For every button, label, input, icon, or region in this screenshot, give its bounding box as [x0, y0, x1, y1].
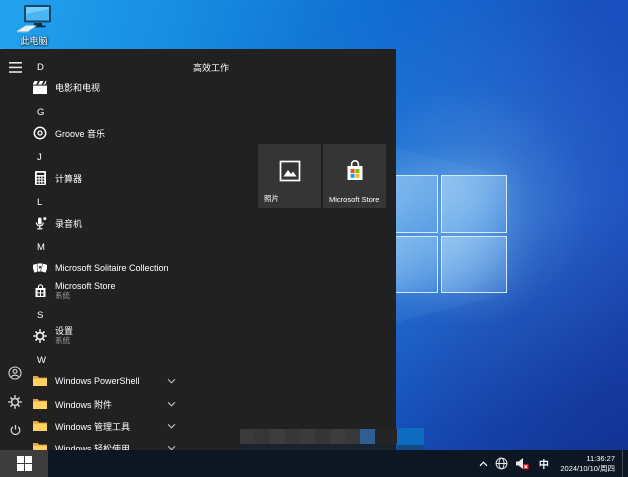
- user-icon: [8, 366, 22, 380]
- section-header-g[interactable]: G: [37, 104, 157, 120]
- start-button[interactable]: [0, 450, 48, 477]
- pixel-blocks: [240, 429, 397, 444]
- section-header-s[interactable]: S: [37, 307, 157, 323]
- app-folder-windows-accessories[interactable]: Windows 附件: [30, 393, 200, 415]
- start-menu-rail: [0, 49, 30, 450]
- tray-overflow-button[interactable]: [477, 452, 490, 475]
- desktop-icon-label: 此电脑: [20, 36, 48, 46]
- tile-photos[interactable]: 照片: [258, 144, 321, 208]
- show-desktop-button[interactable]: [622, 450, 627, 477]
- app-folder-windows-admin-tools[interactable]: Windows 管理工具: [30, 415, 200, 437]
- pixelated-region: [238, 427, 426, 450]
- ime-indicator[interactable]: 中: [534, 452, 553, 475]
- desktop-icon-this-pc[interactable]: 此电脑: [6, 4, 62, 47]
- clock-date: 2024/10/10/周四: [560, 463, 615, 473]
- folder-icon: [33, 397, 47, 411]
- start-menu: D 电影和电视 G Groove 音乐 J 计算器 L 录音机 M Micros…: [0, 49, 396, 450]
- network-icon: [495, 457, 508, 470]
- app-item-calculator[interactable]: 计算器: [30, 167, 200, 189]
- windows-flag-icon: [16, 456, 32, 471]
- movies-tv-icon: [33, 80, 47, 94]
- chevron-down-icon[interactable]: [167, 423, 176, 429]
- voice-recorder-icon: [33, 216, 47, 230]
- app-item-movies-tv[interactable]: 电影和电视: [30, 76, 200, 98]
- system-tray: 中 11:36:27 2024/10/10/周四: [477, 450, 628, 477]
- solitaire-icon: [33, 261, 47, 275]
- chevron-down-icon[interactable]: [167, 401, 176, 407]
- user-button[interactable]: [0, 359, 30, 387]
- store-icon: [33, 284, 47, 298]
- pixel-block-blue-dark: [397, 445, 424, 450]
- power-icon: [9, 424, 22, 437]
- logo-pane: [440, 175, 507, 233]
- tile-microsoft-store[interactable]: Microsoft Store: [323, 144, 386, 208]
- volume-button[interactable]: [513, 452, 531, 475]
- photos-icon: [279, 160, 300, 182]
- folder-icon: [33, 419, 47, 433]
- settings-rail-button[interactable]: [0, 388, 30, 416]
- settings-icon: [8, 395, 22, 409]
- this-pc-icon: [15, 4, 53, 33]
- chevron-down-icon[interactable]: [167, 378, 176, 384]
- tile-group-title[interactable]: 高效工作: [193, 61, 229, 74]
- app-item-voice-recorder[interactable]: 录音机: [30, 212, 200, 234]
- taskbar-clock[interactable]: 11:36:27 2024/10/10/周四: [556, 454, 619, 473]
- clock-time: 11:36:27: [586, 454, 615, 463]
- tile-label: Microsoft Store: [329, 195, 380, 204]
- groove-music-icon: [33, 126, 47, 140]
- pixel-block-blue: [397, 428, 424, 445]
- section-header-d[interactable]: D: [37, 59, 157, 75]
- section-header-l[interactable]: L: [37, 194, 157, 210]
- app-item-microsoft-store[interactable]: Microsoft Store 系统: [30, 278, 200, 304]
- settings-icon: [33, 329, 47, 343]
- folder-icon: [33, 441, 47, 450]
- tray-chevron-up-icon: [479, 460, 488, 467]
- tile-label: 照片: [264, 194, 279, 203]
- folder-icon: [33, 374, 47, 388]
- network-button[interactable]: [493, 452, 510, 475]
- app-item-solitaire[interactable]: Microsoft Solitaire Collection: [30, 257, 200, 279]
- logo-pane: [440, 235, 507, 293]
- calculator-icon: [33, 171, 47, 185]
- app-item-settings[interactable]: 设置 系统: [30, 323, 200, 349]
- hamburger-icon: [8, 61, 22, 73]
- store-icon: [345, 159, 365, 182]
- volume-muted-icon: [515, 457, 529, 470]
- pixel-strip: [238, 444, 396, 450]
- section-header-w[interactable]: W: [37, 352, 157, 368]
- taskbar: 中 11:36:27 2024/10/10/周四: [0, 450, 628, 477]
- section-header-m[interactable]: M: [37, 239, 157, 255]
- power-button[interactable]: [0, 416, 30, 444]
- app-folder-windows-ease-of-access[interactable]: Windows 轻松使用: [30, 437, 200, 450]
- app-folder-windows-powershell[interactable]: Windows PowerShell: [30, 370, 200, 392]
- desktop: 此电脑 D 电影和电视 G Groove 音乐 J 计算器 L 录音机 M Mi…: [0, 0, 628, 477]
- hamburger-button[interactable]: [0, 53, 30, 81]
- app-item-groove-music[interactable]: Groove 音乐: [30, 122, 200, 144]
- section-header-j[interactable]: J: [37, 149, 157, 165]
